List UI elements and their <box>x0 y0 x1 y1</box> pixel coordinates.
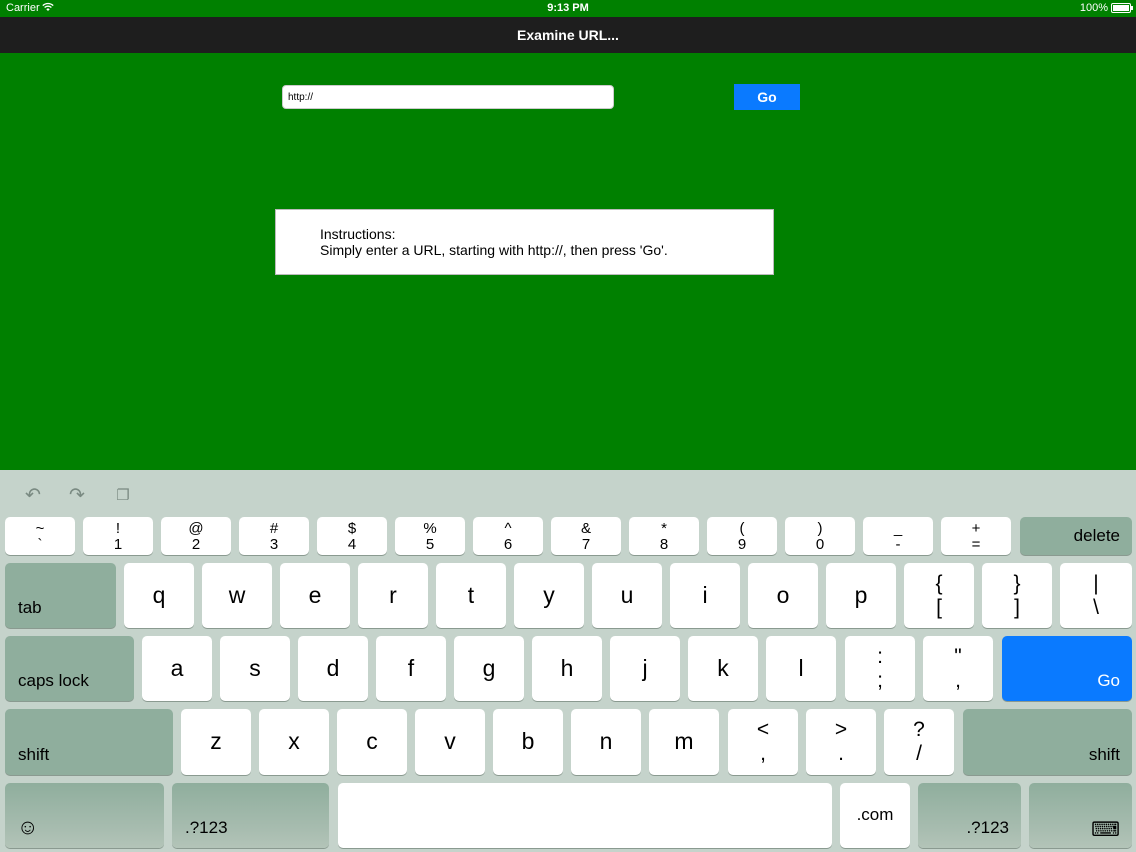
key-s[interactable]: s <box>220 636 290 701</box>
redo-icon[interactable]: ↷ <box>67 486 87 506</box>
key-7[interactable]: & 7 <box>551 517 621 555</box>
key-4[interactable]: $ 4 <box>317 517 387 555</box>
key-bracket-right[interactable]: } ] <box>982 563 1052 628</box>
shift-key-right[interactable]: shift <box>963 709 1132 775</box>
instructions-text: Simply enter a URL, starting with http:/… <box>320 242 668 258</box>
delete-key[interactable]: delete <box>1020 517 1132 555</box>
tab-key[interactable]: tab <box>5 563 116 628</box>
key-minus[interactable]: _ - <box>863 517 933 555</box>
key-t[interactable]: t <box>436 563 506 628</box>
status-time: 9:13 PM <box>547 2 589 14</box>
key-period[interactable]: > . <box>806 709 876 775</box>
space-key[interactable] <box>338 783 832 848</box>
page-title: Examine URL... <box>517 27 619 43</box>
battery-tip <box>1131 6 1133 10</box>
key-comma[interactable]: < , <box>728 709 798 775</box>
key-quote[interactable]: " , <box>923 636 993 701</box>
key-c[interactable]: c <box>337 709 407 775</box>
key-3[interactable]: # 3 <box>239 517 309 555</box>
key-6[interactable]: ^ 6 <box>473 517 543 555</box>
key-g[interactable]: g <box>454 636 524 701</box>
key-equals[interactable]: + = <box>941 517 1011 555</box>
key-q[interactable]: q <box>124 563 194 628</box>
key-i[interactable]: i <box>670 563 740 628</box>
key-9[interactable]: ( 9 <box>707 517 777 555</box>
dismiss-keyboard-key[interactable]: ⌨ <box>1029 783 1132 848</box>
key-2[interactable]: @ 2 <box>161 517 231 555</box>
key-1[interactable]: ! 1 <box>83 517 153 555</box>
key-0[interactable]: ) 0 <box>785 517 855 555</box>
instructions-heading: Instructions: <box>320 226 396 242</box>
instructions-box: Instructions: Simply enter a URL, starti… <box>275 209 774 275</box>
key-v[interactable]: v <box>415 709 485 775</box>
keyboard-go-key[interactable]: Go <box>1002 636 1132 701</box>
key-y[interactable]: y <box>514 563 584 628</box>
key-f[interactable]: f <box>376 636 446 701</box>
key-backtick[interactable]: ~ ` <box>5 517 75 555</box>
url-input[interactable] <box>282 85 614 109</box>
keyboard-dismiss-icon: ⌨ <box>1091 819 1120 841</box>
key-n[interactable]: n <box>571 709 641 775</box>
key-slash[interactable]: ? / <box>884 709 954 775</box>
key-l[interactable]: l <box>766 636 836 701</box>
key-p[interactable]: p <box>826 563 896 628</box>
paste-icon[interactable]: ❐ <box>113 486 133 506</box>
key-bracket-left[interactable]: { [ <box>904 563 974 628</box>
key-8[interactable]: * 8 <box>629 517 699 555</box>
key-h[interactable]: h <box>532 636 602 701</box>
key-j[interactable]: j <box>610 636 680 701</box>
key-o[interactable]: o <box>748 563 818 628</box>
key-b[interactable]: b <box>493 709 563 775</box>
key-5[interactable]: % 5 <box>395 517 465 555</box>
go-button[interactable]: Go <box>734 84 800 110</box>
key-k[interactable]: k <box>688 636 758 701</box>
key-backslash[interactable]: | \ <box>1060 563 1132 628</box>
nav-bar: Examine URL... <box>0 17 1136 53</box>
key-w[interactable]: w <box>202 563 272 628</box>
key-m[interactable]: m <box>649 709 719 775</box>
key-x[interactable]: x <box>259 709 329 775</box>
key-r[interactable]: r <box>358 563 428 628</box>
numbers-switch-key-left[interactable]: .?123 <box>172 783 329 848</box>
emoji-icon: ☺ <box>17 816 39 839</box>
status-bar: Carrier 9:13 PM 100% <box>0 0 1136 17</box>
caps-lock-key[interactable]: caps lock <box>5 636 134 701</box>
on-screen-keyboard: ↶ ↷ ❐ ~ ` ! 1 @ 2 # 3 $ 4 % 5 ^ 6 & 7 * … <box>0 470 1136 852</box>
key-semicolon[interactable]: : ; <box>845 636 915 701</box>
key-z[interactable]: z <box>181 709 251 775</box>
key-e[interactable]: e <box>280 563 350 628</box>
undo-icon[interactable]: ↶ <box>23 486 43 506</box>
emoji-key[interactable]: ☺ <box>5 783 164 848</box>
key-d[interactable]: d <box>298 636 368 701</box>
battery-icon <box>1111 3 1131 13</box>
dotcom-key[interactable]: .com <box>840 783 910 848</box>
shift-key-left[interactable]: shift <box>5 709 173 775</box>
key-u[interactable]: u <box>592 563 662 628</box>
key-a[interactable]: a <box>142 636 212 701</box>
battery-percent: 100% <box>1079 2 1108 14</box>
numbers-switch-key-right[interactable]: .?123 <box>918 783 1021 848</box>
